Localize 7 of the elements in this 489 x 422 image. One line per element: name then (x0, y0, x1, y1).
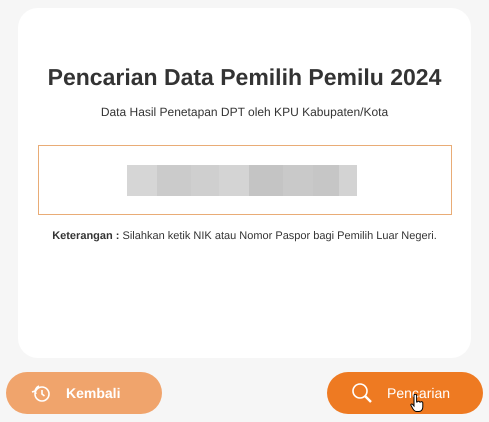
page-title: Pencarian Data Pemilih Pemilu 2024 (46, 63, 442, 92)
search-icon (351, 382, 373, 404)
subtitle: Data Hasil Penetapan DPT oleh KPU Kabupaten/Kota (100, 104, 388, 121)
search-button[interactable]: Pencarian (327, 372, 483, 414)
back-button[interactable]: Kembali (6, 372, 162, 414)
note-text: Keterangan : Silahkan ketik NIK atau Nomor Paspor bagi Pemilih Luar Negeri. (52, 229, 437, 244)
input-field[interactable] (38, 145, 452, 215)
